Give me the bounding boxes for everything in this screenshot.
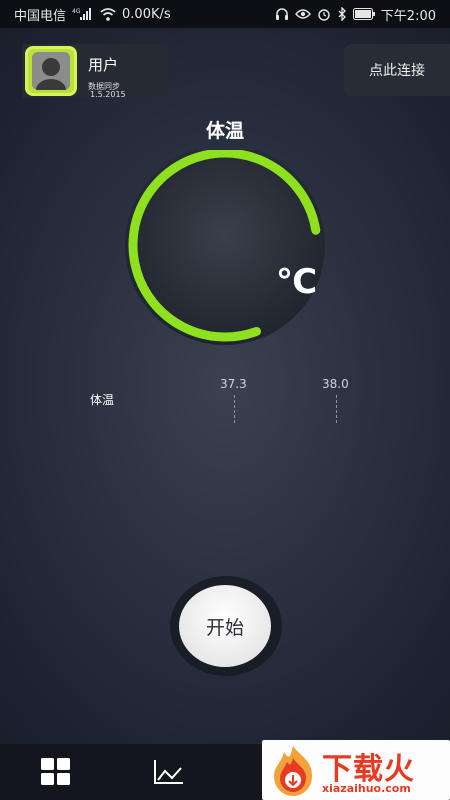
alarm-icon <box>317 7 331 21</box>
start-button[interactable]: 开始 <box>179 585 271 667</box>
page-title: 体温 <box>205 120 244 142</box>
watermark: 下载火 xiazaihuo.com <box>262 740 450 800</box>
signal-icon: 4G <box>72 7 94 21</box>
network-speed: 0.00K/s <box>122 6 171 22</box>
battery-icon <box>352 8 375 20</box>
bluetooth-icon <box>337 7 347 21</box>
tick-label-low: 37.3 <box>220 377 247 391</box>
tick-label-high: 38.0 <box>322 377 349 391</box>
user-name: 用户 <box>88 56 119 74</box>
avatar[interactable] <box>25 46 77 96</box>
tick-line-low <box>234 395 235 423</box>
scale-label: 体温 <box>90 393 115 407</box>
watermark-url: xiazaihuo.com <box>322 782 411 795</box>
user-profile[interactable]: 用户 数据同步 1.5.2015 <box>22 44 168 99</box>
grid-icon[interactable] <box>41 758 71 786</box>
wifi-icon <box>100 7 116 21</box>
headphones-icon <box>275 7 289 21</box>
eye-icon <box>294 8 311 20</box>
avatar-placeholder-icon <box>32 52 70 90</box>
connect-button[interactable]: 点此连接 <box>344 44 450 96</box>
status-bar: 中国电信 4G 0.00K/s 下午2:00 <box>0 0 450 28</box>
temperature-gauge <box>125 150 325 345</box>
signal-type-label: 4G <box>72 8 81 15</box>
clock: 下午2:00 <box>380 8 436 24</box>
sync-date: 1.5.2015 <box>90 90 126 99</box>
flame-logo-icon <box>266 744 320 798</box>
tick-line-high <box>336 395 337 423</box>
carrier-name: 中国电信 <box>14 8 67 24</box>
line-chart-icon[interactable] <box>153 758 183 786</box>
temperature-unit: ℃ <box>276 262 318 302</box>
